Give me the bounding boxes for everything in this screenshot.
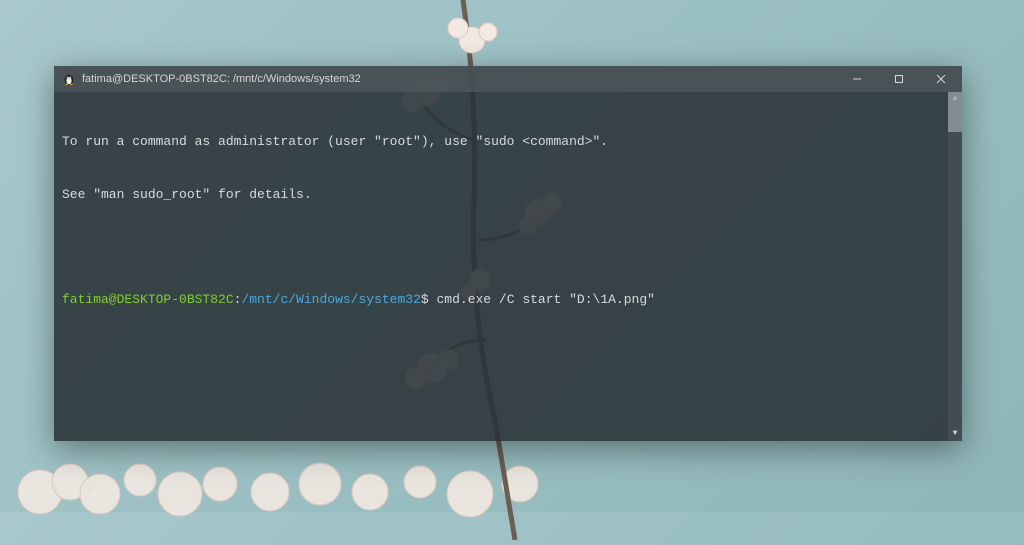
scroll-down-icon[interactable]: ▼ bbox=[948, 427, 962, 441]
penguin-icon bbox=[62, 72, 76, 86]
window-title: fatima@DESKTOP-0BST82C: /mnt/c/Windows/s… bbox=[82, 73, 361, 85]
prompt-path: /mnt/c/Windows/system32 bbox=[241, 292, 420, 307]
scrollbar-track[interactable]: ▲ ▼ bbox=[948, 92, 962, 441]
motd-line-1: To run a command as administrator (user … bbox=[62, 133, 954, 151]
prompt-user-host: fatima@DESKTOP-0BST82C bbox=[62, 292, 234, 307]
terminal-window: fatima@DESKTOP-0BST82C: /mnt/c/Windows/s… bbox=[54, 66, 962, 441]
scrollbar-thumb[interactable] bbox=[948, 92, 962, 132]
background-flowers-bottom bbox=[0, 432, 1024, 522]
motd-line-2: See "man sudo_root" for details. bbox=[62, 186, 954, 204]
terminal-body[interactable]: To run a command as administrator (user … bbox=[54, 92, 962, 441]
maximize-button[interactable] bbox=[878, 66, 920, 92]
blank-line bbox=[62, 238, 954, 256]
minimize-button[interactable] bbox=[836, 66, 878, 92]
prompt-line: fatima@DESKTOP-0BST82C:/mnt/c/Windows/sy… bbox=[62, 291, 954, 309]
close-button[interactable] bbox=[920, 66, 962, 92]
command-text: cmd.exe /C start "D:\1A.png" bbox=[429, 292, 655, 307]
prompt-dollar: $ bbox=[421, 292, 429, 307]
window-titlebar[interactable]: fatima@DESKTOP-0BST82C: /mnt/c/Windows/s… bbox=[54, 66, 962, 92]
